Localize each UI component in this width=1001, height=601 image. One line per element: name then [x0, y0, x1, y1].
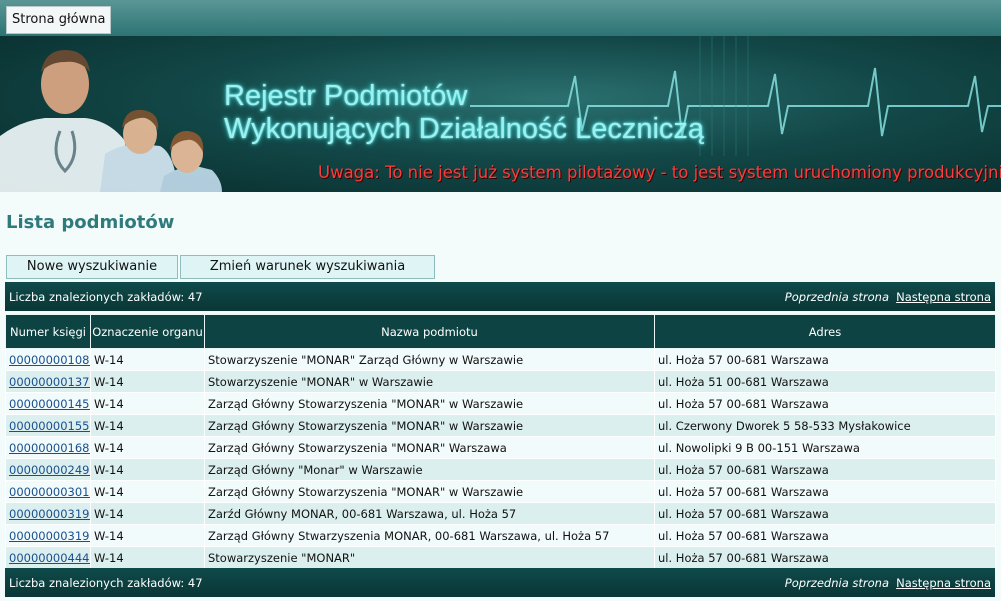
entity-name-cell: Stowarzyszenie "MONAR": [204, 546, 655, 569]
table-row: 000000001453 W-14 Zarząd Główny Stowarzy…: [5, 392, 996, 415]
book-number-link[interactable]: 000000003198: [9, 529, 90, 543]
authority-cell: W-14: [90, 370, 205, 393]
book-number-link[interactable]: 000000001081: [9, 353, 90, 367]
new-search-button[interactable]: Nowe wyszukiwanie: [6, 255, 178, 279]
book-number-link[interactable]: 000000001552: [9, 419, 90, 433]
entity-name-cell: Zarząd Główny Stowarzyszenia "MONAR" w W…: [204, 414, 655, 437]
entity-name-cell: Zarząd Główny Stowarzyszenia "MONAR" War…: [204, 436, 655, 459]
header-banner: Rejestr Podmiotów Wykonujących Działalno…: [0, 36, 1001, 192]
table-row: 000000004445 W-14 Stowarzyszenie "MONAR"…: [5, 546, 996, 569]
header-book-number: Numer księgi: [5, 314, 91, 349]
header-authority: Oznaczenie organu: [90, 314, 205, 349]
results-count: Liczba znalezionych zakładów: 47: [9, 290, 203, 304]
banner-title-line1: Rejestr Podmiotów: [224, 80, 468, 112]
address-cell: ul. Hoża 57 00-681 Warszawa: [654, 502, 996, 525]
table-row: 000000003014 W-14 Zarząd Główny Stowarzy…: [5, 480, 996, 503]
entity-name-cell: Zarząd Główny Stowarzyszenia "MONAR" w W…: [204, 392, 655, 415]
address-cell: ul. Hoża 57 00-681 Warszawa: [654, 458, 996, 481]
medical-staff-photo: [0, 50, 222, 192]
authority-cell: W-14: [90, 458, 205, 481]
book-number-link[interactable]: 000000003197: [9, 507, 90, 521]
table-row: 000000001552 W-14 Zarząd Główny Stowarzy…: [5, 414, 996, 437]
results-count: Liczba znalezionych zakładów: 47: [9, 576, 203, 590]
pager-top: Liczba znalezionych zakładów: 47 Poprzed…: [5, 282, 995, 311]
authority-cell: W-14: [90, 436, 205, 459]
book-number-link[interactable]: 000000001453: [9, 397, 90, 411]
authority-cell: W-14: [90, 502, 205, 525]
table-row: 000000001687 W-14 Zarząd Główny Stowarzy…: [5, 436, 996, 459]
prev-page-label: Poprzednia strona: [784, 576, 889, 590]
address-cell: ul. Hoża 57 00-681 Warszawa: [654, 524, 996, 547]
next-page-link[interactable]: Następna strona: [896, 290, 991, 304]
banner-title: Rejestr Podmiotów Wykonujących Działalno…: [224, 80, 704, 146]
book-number-link[interactable]: 000000001378: [9, 375, 90, 389]
home-button[interactable]: Strona główna: [6, 6, 112, 34]
header-entity-name: Nazwa podmiotu: [204, 314, 655, 349]
book-number-link[interactable]: 000000004445: [9, 551, 90, 565]
entity-name-cell: Stowarzyszenie "MONAR" Zarząd Główny w W…: [204, 348, 655, 371]
authority-cell: W-14: [90, 524, 205, 547]
page-title: Lista podmiotów: [6, 212, 175, 233]
book-number-link[interactable]: 000000003014: [9, 485, 90, 499]
table-row: 000000002493 W-14 Zarząd Główny "Monar" …: [5, 458, 996, 481]
book-number-link[interactable]: 000000002493: [9, 463, 90, 477]
banner-title-line2: Wykonujących Działalność Leczniczą: [224, 113, 705, 145]
authority-cell: W-14: [90, 392, 205, 415]
book-number-link[interactable]: 000000001687: [9, 441, 90, 455]
prev-page-label: Poprzednia strona: [784, 290, 889, 304]
authority-cell: W-14: [90, 480, 205, 503]
entity-name-cell: Zarząd Główny Stwarzyszenia MONAR, 00-68…: [204, 524, 655, 547]
table-row: 000000003198 W-14 Zarząd Główny Stwarzys…: [5, 524, 996, 547]
entity-name-cell: Zarząd Główny Stowarzyszenia "MONAR" w W…: [204, 480, 655, 503]
top-nav-bar: Strona główna: [0, 0, 1001, 36]
authority-cell: W-14: [90, 348, 205, 371]
table-header-row: Numer księgi Oznaczenie organu Nazwa pod…: [5, 314, 996, 349]
address-cell: ul. Hoża 57 00-681 Warszawa: [654, 480, 996, 503]
address-cell: ul. Hoża 57 00-681 Warszawa: [654, 392, 996, 415]
address-cell: ul. Hoża 57 00-681 Warszawa: [654, 546, 996, 569]
authority-cell: W-14: [90, 546, 205, 569]
address-cell: ul. Hoża 51 00-681 Warszawa: [654, 370, 996, 393]
table-row: 000000001378 W-14 Stowarzyszenie "MONAR"…: [5, 370, 996, 393]
table-row: 000000001081 W-14 Stowarzyszenie "MONAR"…: [5, 348, 996, 371]
pager-bottom: Liczba znalezionych zakładów: 47 Poprzed…: [5, 568, 995, 597]
table-row: 000000003197 W-14 Zarźd Główny MONAR, 00…: [5, 502, 996, 525]
address-cell: ul. Hoża 57 00-681 Warszawa: [654, 348, 996, 371]
authority-cell: W-14: [90, 414, 205, 437]
entity-name-cell: Zarźd Główny MONAR, 00-681 Warszawa, ul.…: [204, 502, 655, 525]
entity-name-cell: Stowarzyszenie "MONAR" w Warszawie: [204, 370, 655, 393]
header-address: Adres: [654, 314, 996, 349]
results-table: Numer księgi Oznaczenie organu Nazwa pod…: [5, 314, 996, 569]
next-page-link[interactable]: Następna strona: [896, 576, 991, 590]
address-cell: ul. Nowolipki 9 B 00-151 Warszawa: [654, 436, 996, 459]
address-cell: ul. Czerwony Dworek 5 58-533 Mysłakowice: [654, 414, 996, 437]
change-condition-button[interactable]: Zmień warunek wyszukiwania: [180, 255, 435, 279]
entity-name-cell: Zarząd Główny "Monar" w Warszawie: [204, 458, 655, 481]
warning-banner-text: Uwaga: To nie jest już system pilotażowy…: [318, 163, 1001, 182]
